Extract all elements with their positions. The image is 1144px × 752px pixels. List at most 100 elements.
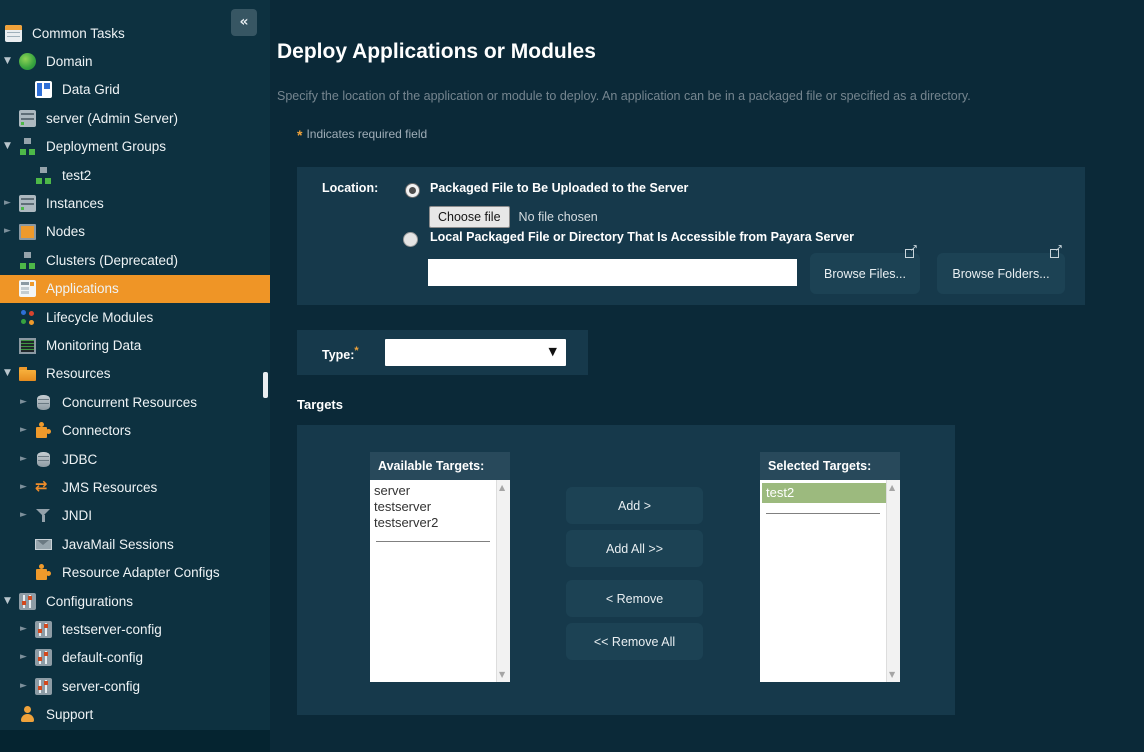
main-content: Deploy Applications or Modules Specify t… [270, 0, 1144, 752]
available-target-option[interactable]: testserver [374, 499, 496, 515]
selected-target-option[interactable]: test2 [762, 483, 886, 503]
sidebar-item-jndi[interactable]: JNDI [0, 502, 270, 530]
sidebar-item-domain[interactable]: Domain [0, 47, 270, 75]
sidebar-item-javamail-sessions[interactable]: JavaMail Sessions [0, 530, 270, 558]
expander-down-icon[interactable] [4, 597, 19, 606]
sidebar-item-resources[interactable]: Resources [0, 360, 270, 388]
server-icon [19, 110, 36, 127]
choose-file-button[interactable]: Choose file [429, 206, 510, 228]
available-targets-listbox[interactable]: servertestservertestserver2 [370, 480, 510, 682]
envelope-icon [35, 536, 52, 553]
expander-right-icon[interactable] [20, 625, 35, 634]
sidebar-item-testserver-config[interactable]: testserver-config [0, 615, 270, 643]
puzzle-icon [35, 422, 52, 439]
expander-right-icon[interactable] [20, 455, 35, 464]
sidebar-item-label: Support [46, 707, 93, 722]
upload-radio[interactable] [405, 183, 420, 198]
external-link-icon [905, 246, 917, 258]
local-path-input[interactable] [428, 259, 797, 286]
expander-right-icon[interactable] [20, 483, 35, 492]
arrows-icon [35, 479, 52, 496]
sidebar-item-connectors[interactable]: Connectors [0, 416, 270, 444]
sidebar-item-instances[interactable]: Instances [0, 189, 270, 217]
sidebar-item-monitoring-data[interactable]: Monitoring Data [0, 331, 270, 359]
sidebar-item-label: Connectors [62, 423, 131, 438]
location-label: Location: [322, 181, 378, 195]
targets-panel: Available Targets: servertestservertests… [297, 425, 955, 715]
sidebar-item-resource-adapter-configs[interactable]: Resource Adapter Configs [0, 558, 270, 586]
expander-right-icon[interactable] [20, 682, 35, 691]
type-select[interactable]: ▼ [385, 339, 566, 366]
browse-folders-button[interactable]: Browse Folders... [937, 253, 1065, 294]
sidebar-item-label: testserver-config [62, 622, 162, 637]
sidebar-item-label: Deployment Groups [46, 139, 166, 154]
selected-targets-label: Selected Targets: [760, 452, 900, 480]
required-field-note: *Indicates required field [297, 127, 427, 143]
add-button[interactable]: Add > [566, 487, 703, 524]
expander-down-icon[interactable] [4, 57, 19, 66]
required-star: * [297, 127, 302, 143]
sidebar-item-label: Common Tasks [32, 26, 125, 41]
browse-files-button[interactable]: Browse Files... [810, 253, 920, 294]
sidebar-item-nodes[interactable]: Nodes [0, 218, 270, 246]
expander-right-icon[interactable] [20, 398, 35, 407]
expander-down-icon[interactable] [4, 142, 19, 151]
file-upload-row: Choose file No file chosen [429, 206, 598, 228]
available-target-option[interactable]: server [374, 483, 496, 499]
listbox-scrollbar[interactable] [886, 480, 900, 682]
list-separator [766, 513, 880, 514]
sidebar-item-server-config[interactable]: server-config [0, 672, 270, 700]
sidebar-item-clusters-deprecated[interactable]: Clusters (Deprecated) [0, 246, 270, 274]
sidebar-item-jdbc[interactable]: JDBC [0, 445, 270, 473]
sliders-icon [35, 649, 52, 666]
sidebar-item-configurations[interactable]: Configurations [0, 587, 270, 615]
page-description: Specify the location of the application … [277, 89, 971, 103]
cluster-icon [19, 138, 36, 155]
domain-globe-icon [19, 53, 36, 70]
upload-option-label: Packaged File to Be Uploaded to the Serv… [430, 181, 688, 195]
sidebar-item-deployment-groups[interactable]: Deployment Groups [0, 133, 270, 161]
sidebar-item-applications[interactable]: Applications [0, 275, 270, 303]
sidebar-item-label: Configurations [46, 594, 133, 609]
remove-button[interactable]: < Remove [566, 580, 703, 617]
sidebar-item-label: Concurrent Resources [62, 395, 197, 410]
file-status-text: No file chosen [519, 210, 598, 224]
selected-targets-listbox[interactable]: test2 [760, 480, 900, 682]
expander-right-icon[interactable] [20, 511, 35, 520]
sidebar-item-server-admin-server[interactable]: server (Admin Server) [0, 104, 270, 132]
expander-right-icon[interactable] [4, 199, 19, 208]
sidebar-item-concurrent-resources[interactable]: Concurrent Resources [0, 388, 270, 416]
listbox-scrollbar[interactable] [496, 480, 510, 682]
local-file-radio[interactable] [403, 232, 418, 247]
sidebar-item-label: Lifecycle Modules [46, 310, 153, 325]
sidebar-item-support[interactable]: Support [0, 700, 270, 728]
sidebar-scrollbar-thumb[interactable] [263, 372, 268, 398]
person-icon [19, 706, 36, 723]
sidebar-item-lifecycle-modules[interactable]: Lifecycle Modules [0, 303, 270, 331]
lifecycle-icon [19, 309, 36, 326]
location-panel: Location: Packaged File to Be Uploaded t… [297, 167, 1085, 305]
sidebar-item-default-config[interactable]: default-config [0, 644, 270, 672]
sidebar-tree: Common Tasks DomainData Grid server (Admin… [0, 0, 270, 730]
expander-right-icon[interactable] [20, 426, 35, 435]
expander-down-icon[interactable] [4, 369, 19, 378]
browse-files-label: Browse Files... [824, 267, 906, 281]
sidebar-collapse-button[interactable]: « [231, 9, 257, 36]
available-target-option[interactable]: testserver2 [374, 515, 496, 531]
sidebar-item-label: Instances [46, 196, 104, 211]
sidebar-item-common-tasks[interactable]: Common Tasks [0, 19, 270, 47]
sidebar-item-label: Nodes [46, 224, 85, 239]
expander-right-icon[interactable] [4, 227, 19, 236]
dropdown-caret-icon: ▼ [549, 345, 557, 358]
expander-right-icon[interactable] [20, 653, 35, 662]
remove-all-button[interactable]: << Remove All [566, 623, 703, 660]
folder-icon [19, 365, 36, 382]
add-all-button[interactable]: Add All >> [566, 530, 703, 567]
sidebar-item-test2[interactable]: test2 [0, 161, 270, 189]
selected-targets-items: test2 [760, 480, 886, 514]
sidebar-item-label: server (Admin Server) [46, 111, 178, 126]
funnel-icon [35, 507, 52, 524]
server-icon [19, 195, 36, 212]
sidebar-item-jms-resources[interactable]: JMS Resources [0, 473, 270, 501]
sidebar-item-data-grid[interactable]: Data Grid [0, 76, 270, 104]
